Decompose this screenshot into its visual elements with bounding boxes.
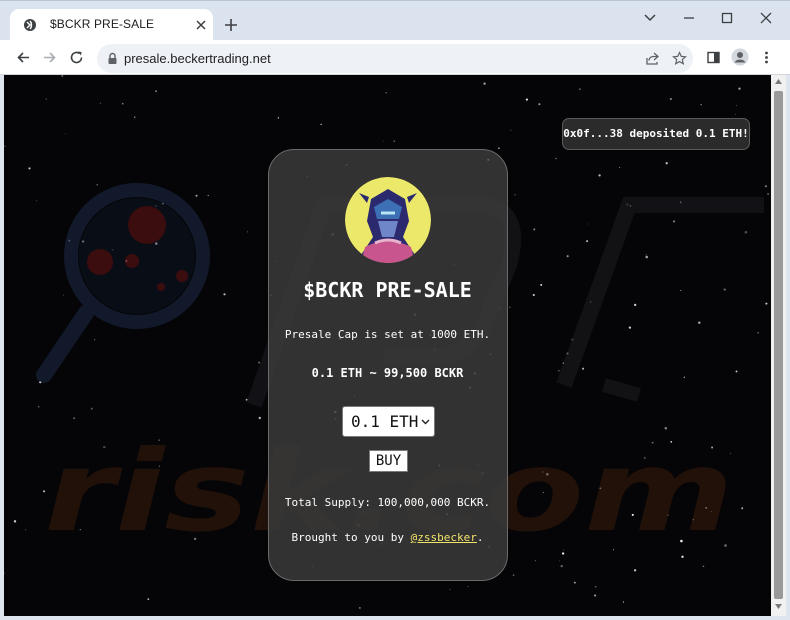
masked-character-icon [345, 177, 431, 263]
tab-title: $BCKR PRE-SALE [50, 17, 155, 31]
credit-text: Brought to you by @zssbecker. [269, 531, 506, 544]
lock-icon[interactable] [107, 52, 118, 65]
presale-title: $BCKR PRE-SALE [303, 278, 472, 302]
author-link[interactable]: @zssbecker [411, 531, 477, 544]
credit-suffix: . [476, 531, 484, 544]
profile-avatar-icon[interactable] [731, 48, 749, 66]
reload-icon[interactable] [69, 50, 84, 65]
close-window-icon[interactable] [759, 11, 773, 25]
presale-card: $BCKR PRE-SALE Presale Cap is set at 100… [268, 149, 508, 581]
vertical-scrollbar[interactable] [771, 75, 786, 616]
total-supply-text: Total Supply: 100,000,000 BCKR. [284, 496, 491, 509]
deposit-notification: 0x0f...38 deposited 0.1 ETH! [562, 118, 750, 150]
page-viewport: risk.com 0x0f...38 deposited 0.1 ETH! $B… [4, 75, 771, 616]
close-tab-icon[interactable] [195, 19, 207, 31]
exchange-rate-text: 0.1 ETH ~ 99,500 BCKR [311, 366, 464, 380]
chevron-down-icon [421, 419, 430, 425]
bckr-avatar [345, 177, 431, 263]
share-icon[interactable] [645, 51, 660, 66]
bookmark-star-icon[interactable] [672, 51, 687, 66]
browser-titlebar: $BCKR PRE-SALE [0, 0, 790, 41]
scroll-up-arrow-icon[interactable] [775, 79, 782, 84]
address-bar[interactable]: presale.beckertrading.net [97, 44, 693, 73]
maximize-icon[interactable] [720, 11, 734, 25]
browser-tab[interactable]: $BCKR PRE-SALE [10, 9, 213, 41]
back-arrow-icon[interactable] [16, 50, 31, 65]
side-panel-icon[interactable] [706, 50, 721, 65]
kebab-menu-icon[interactable] [759, 50, 774, 65]
eth-amount-select[interactable]: 0.1 ETH [342, 406, 435, 437]
minimize-icon[interactable] [682, 11, 696, 25]
globe-icon [24, 19, 36, 31]
presale-cap-text: Presale Cap is set at 1000 ETH. [284, 328, 491, 341]
forward-arrow-icon[interactable] [42, 50, 57, 65]
browser-toolbar: presale.beckertrading.net [0, 40, 790, 75]
tab-search-chevron-icon[interactable] [643, 11, 657, 25]
url-text: presale.beckertrading.net [124, 51, 271, 66]
buy-button[interactable]: BUY [369, 450, 408, 472]
eth-amount-value: 0.1 ETH [351, 412, 419, 431]
credit-prefix: Brought to you by [291, 531, 411, 544]
scrollbar-thumb[interactable] [774, 91, 783, 599]
new-tab-icon[interactable] [224, 18, 238, 32]
scroll-down-arrow-icon[interactable] [775, 604, 782, 609]
